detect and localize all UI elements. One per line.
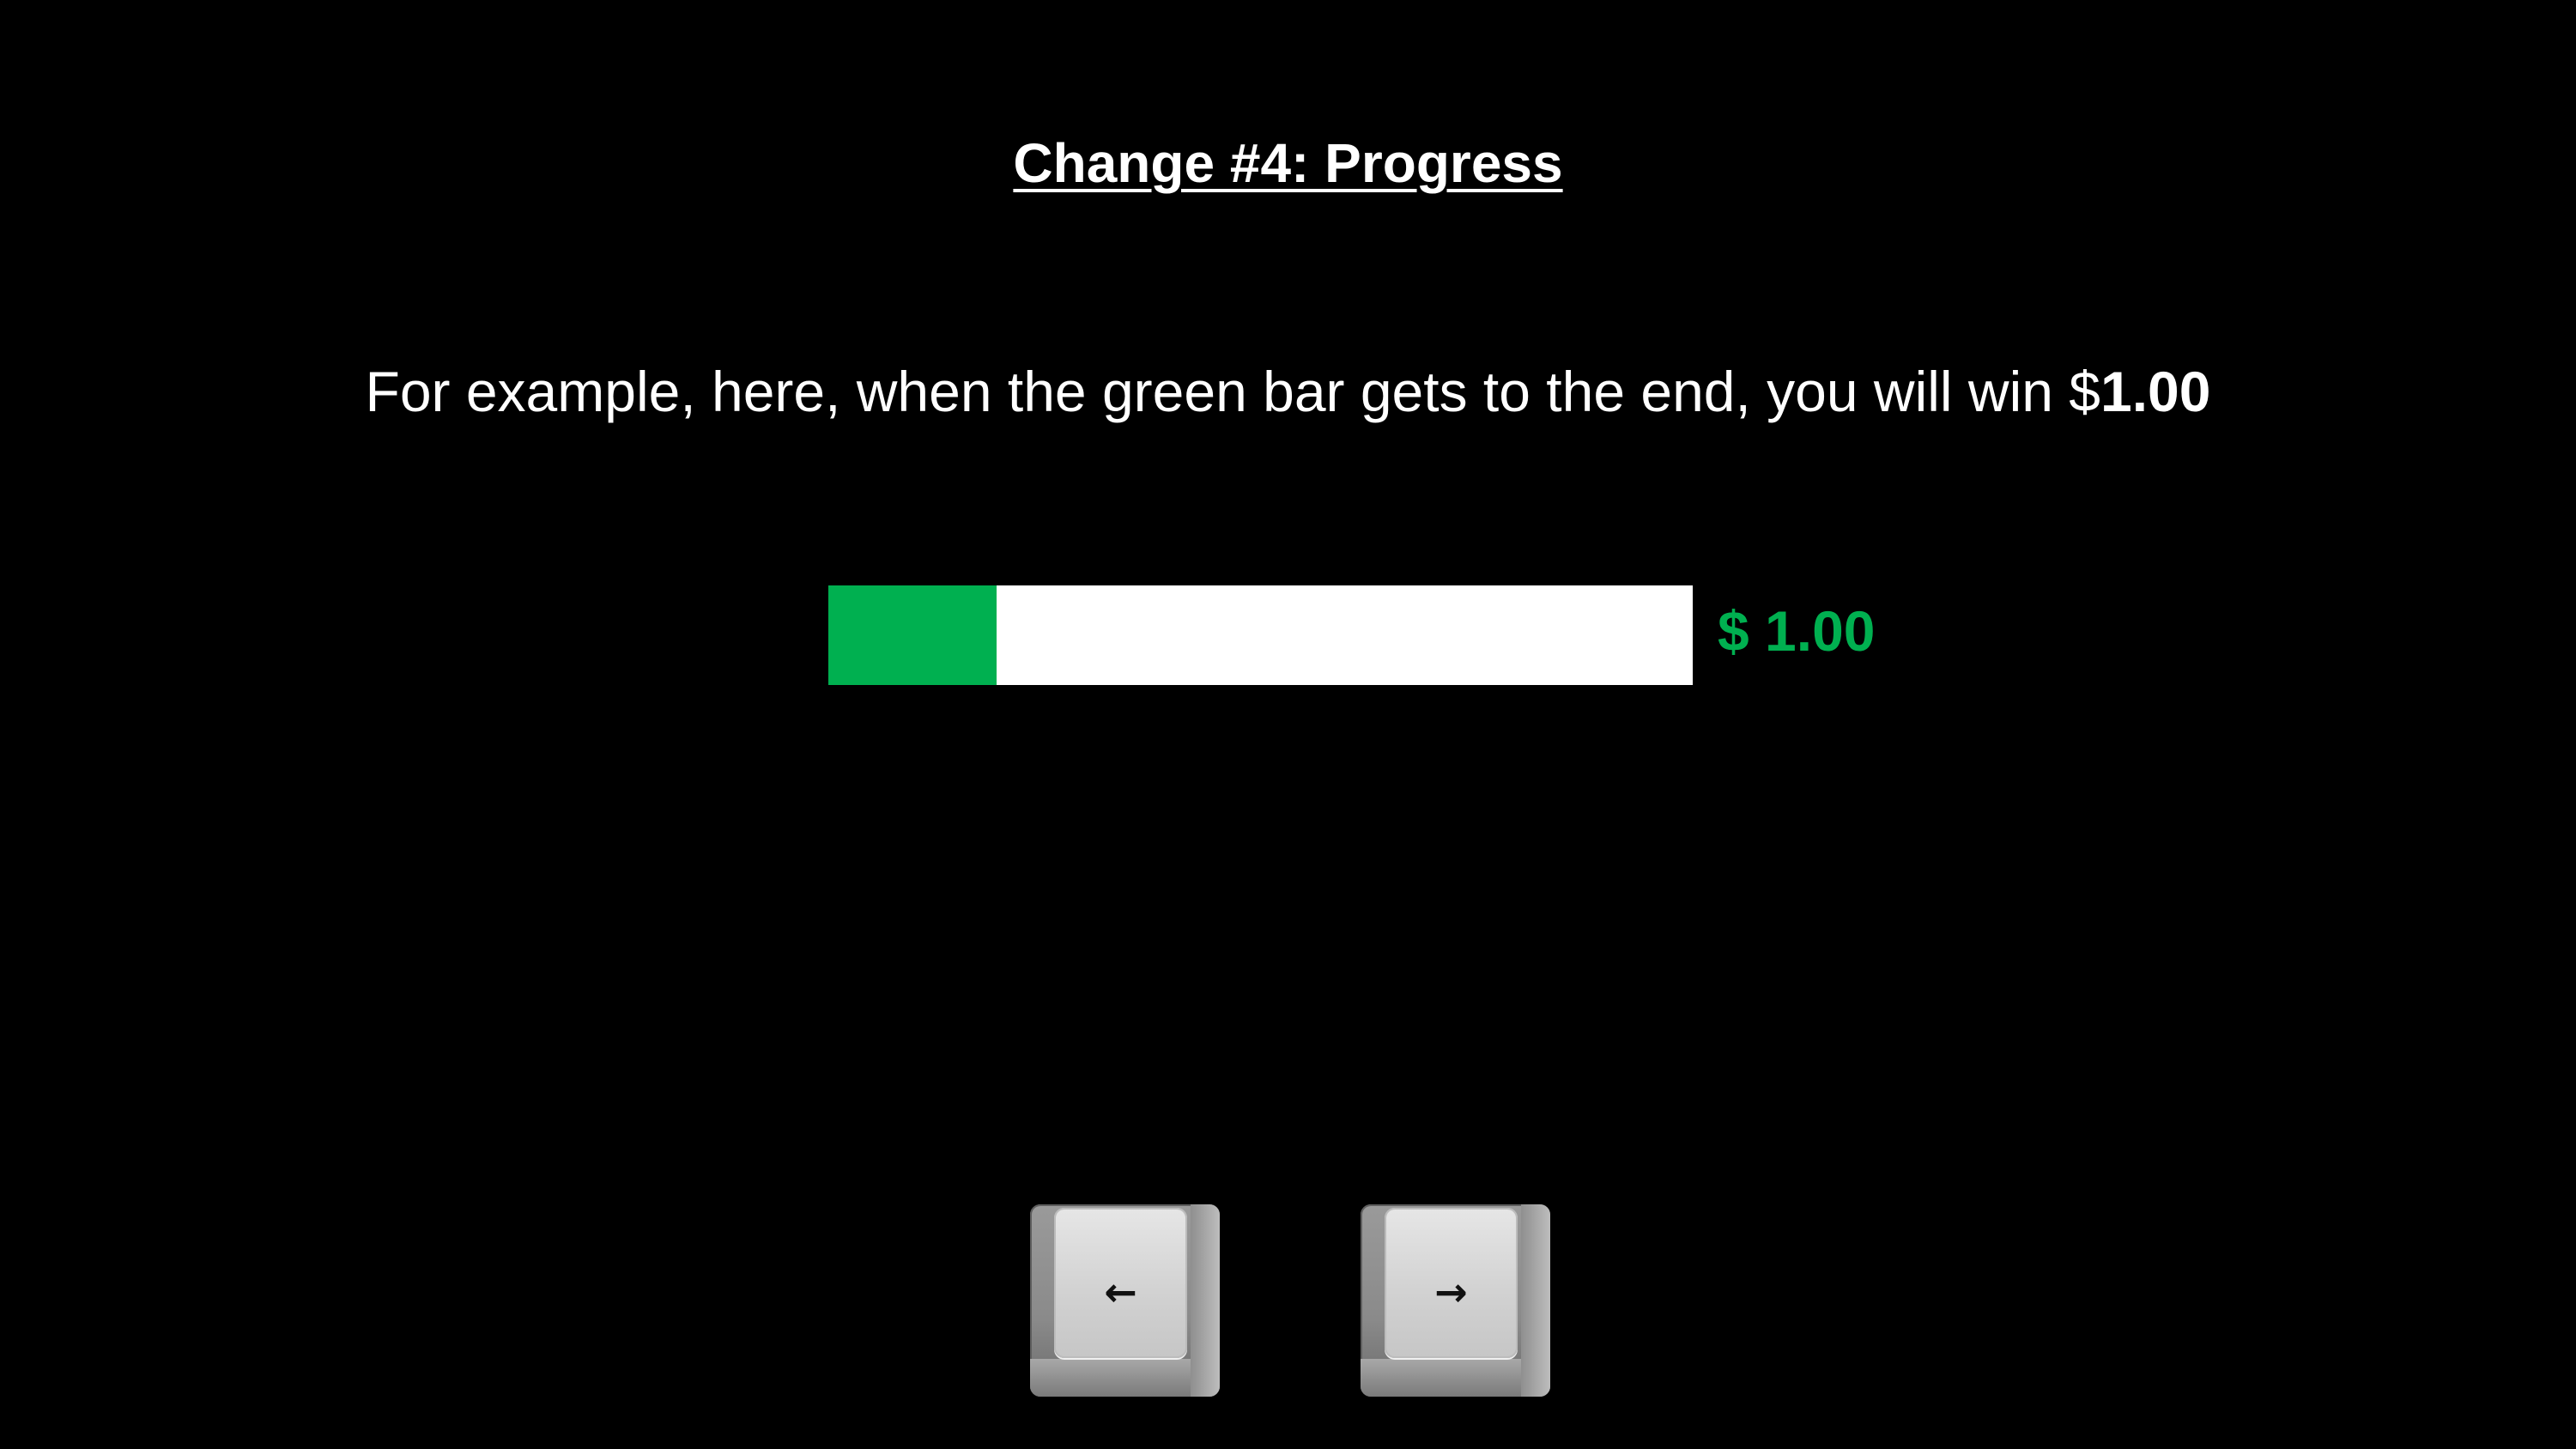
right-arrow-keycap[interactable]: →: [1385, 1208, 1518, 1358]
right-arrow-key[interactable]: →: [1361, 1204, 1550, 1397]
instruction-text: For example, here, when the green bar ge…: [0, 363, 2576, 420]
prize-amount-label: $ 1.00: [1718, 599, 1876, 663]
slide-title: Change #4: Progress: [1013, 132, 1563, 194]
instruction-amount: 1.00: [2100, 360, 2211, 423]
left-arrow-keycap[interactable]: ←: [1054, 1208, 1187, 1358]
progress-bar-track: [828, 585, 1693, 685]
right-arrow-key-icon: →: [1434, 1268, 1468, 1315]
instruction-prefix: For example, here, when the green bar ge…: [365, 360, 2100, 423]
progress-bar-fill: [828, 585, 997, 685]
left-arrow-key-icon: ←: [1104, 1268, 1137, 1315]
left-arrow-key[interactable]: ←: [1030, 1204, 1220, 1397]
